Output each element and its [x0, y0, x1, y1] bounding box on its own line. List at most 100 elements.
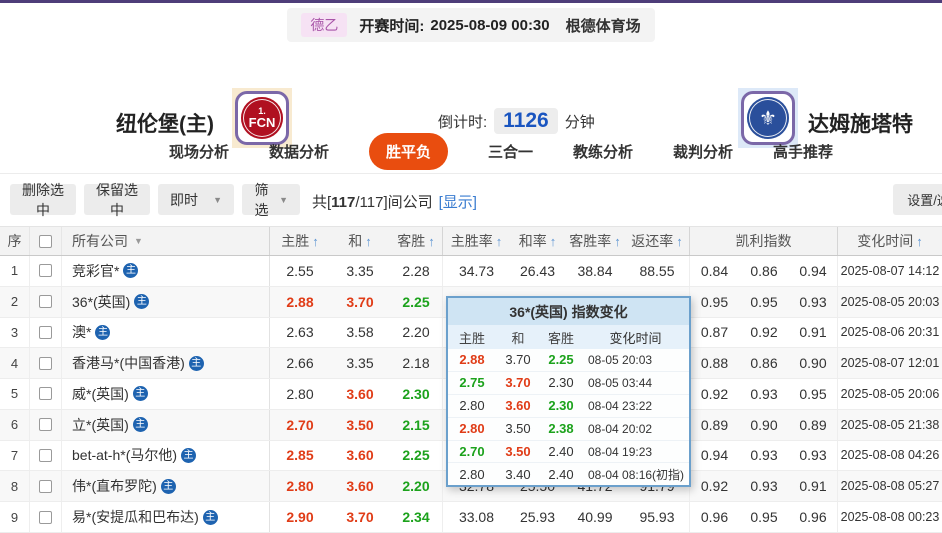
- col-company-label: 所有公司: [72, 233, 128, 249]
- tab-data-analysis[interactable]: 数据分析: [269, 141, 329, 162]
- sort-up-icon: ↑: [365, 233, 372, 249]
- chevron-down-icon: ▼: [213, 194, 222, 205]
- company-cell: 香港马*(中国香港) 主: [62, 348, 270, 379]
- popup-change-time: 08-05 03:44: [588, 375, 653, 390]
- col-change-time[interactable]: 变化时间 ↑: [838, 227, 942, 255]
- col-label: 和率: [518, 233, 547, 249]
- kelly-draw: 0.90: [750, 416, 778, 433]
- col-seq: 序: [0, 227, 30, 255]
- popup-row: 2.80 3.50 2.38 08-04 20:02: [448, 418, 689, 441]
- change-time: 2025-08-05 21:38: [840, 417, 940, 432]
- col-return-rate[interactable]: 返还率 ↑: [625, 227, 690, 255]
- select-all-checkbox[interactable]: [39, 234, 52, 248]
- kelly-draw: 0.92: [750, 324, 778, 341]
- change-time: 2025-08-08 04:26: [840, 448, 940, 463]
- row-checkbox[interactable]: [39, 510, 52, 524]
- show-link[interactable]: [显示]: [439, 194, 477, 211]
- col-draw[interactable]: 和 ↑: [330, 227, 390, 255]
- draw-odds: 3.60: [346, 385, 374, 402]
- row-checkbox-cell: [30, 379, 62, 409]
- company-name[interactable]: bet-at-h*(马尔他): [72, 445, 177, 465]
- col-label: 返还率: [631, 233, 674, 249]
- company-cell: 立*(英国) 主: [62, 409, 270, 440]
- company-name[interactable]: 立*(英国): [72, 415, 129, 435]
- company-name[interactable]: 伟*(直布罗陀): [72, 476, 157, 496]
- count-rest: /117]间公司: [355, 194, 433, 211]
- kelly-home: 0.88: [700, 355, 729, 372]
- popup-away-odds: 2.25: [548, 352, 574, 368]
- home-win-odds: 2.88: [286, 293, 314, 310]
- home-badge-icon: 主: [181, 447, 197, 463]
- change-time: 2025-08-07 14:12: [840, 263, 940, 278]
- fcn-logo-line2: FCN: [248, 114, 276, 130]
- row-checkbox[interactable]: [39, 325, 52, 339]
- popup-home-odds: 2.70: [459, 444, 485, 459]
- row-checkbox-cell: [30, 256, 62, 286]
- row-checkbox[interactable]: [39, 356, 52, 370]
- kelly-away: 0.96: [789, 502, 838, 532]
- tab-expert-picks[interactable]: 高手推荐: [773, 141, 833, 162]
- settings-select-button[interactable]: 设置/选择: [893, 184, 942, 215]
- row-checkbox[interactable]: [39, 479, 52, 493]
- home-win-odds: 2.55: [286, 262, 314, 279]
- row-checkbox[interactable]: [39, 264, 52, 278]
- row-checkbox[interactable]: [39, 387, 52, 401]
- company-name[interactable]: 澳*: [72, 322, 91, 342]
- instant-odds-dropdown[interactable]: 即时 ▼: [158, 184, 234, 215]
- col-draw-rate[interactable]: 和率 ↑: [510, 227, 565, 255]
- popup-change-time: 08-05 20:03: [588, 352, 653, 367]
- col-kelly: 凯利指数: [690, 227, 838, 255]
- change-time: 2025-08-06 20:31: [840, 325, 940, 340]
- home-win-odds: 2.80: [286, 478, 314, 495]
- row-checkbox[interactable]: [39, 295, 52, 309]
- company-name[interactable]: 36*(英国): [72, 292, 130, 312]
- col-company[interactable]: 所有公司 ▼: [62, 227, 270, 255]
- home-rate: 33.08: [458, 509, 495, 525]
- kelly-home: 0.89: [700, 416, 729, 433]
- away-win-odds: 2.20: [390, 317, 443, 348]
- home-win-odds: 2.80: [286, 385, 314, 402]
- col-away-win[interactable]: 客胜 ↑: [390, 227, 443, 255]
- tab-referee-analysis[interactable]: 裁判分析: [673, 141, 733, 162]
- delete-selected-button[interactable]: 删除选中: [10, 182, 76, 218]
- col-home-win[interactable]: 主胜 ↑: [270, 227, 330, 255]
- tab-three-in-one[interactable]: 三合一: [488, 141, 533, 162]
- countdown-label: 倒计时:: [438, 113, 488, 131]
- tab-live-analysis[interactable]: 现场分析: [169, 141, 229, 162]
- home-win-odds: 2.85: [286, 447, 314, 464]
- company-name[interactable]: 香港马*(中国香港): [72, 353, 185, 373]
- popup-away-odds: 2.30: [548, 398, 574, 414]
- row-checkbox[interactable]: [39, 418, 52, 432]
- away-win-odds: 2.28: [390, 256, 443, 286]
- row-seq: 4: [0, 348, 30, 379]
- row-checkbox[interactable]: [39, 448, 52, 462]
- home-win-odds: 2.63: [286, 324, 314, 341]
- row-checkbox-cell: [30, 409, 62, 440]
- company-cell: 36*(英国) 主: [62, 286, 270, 317]
- tab-win-draw-lose[interactable]: 胜平负: [368, 133, 448, 170]
- popup-col-change-time: 变化时间: [609, 330, 662, 346]
- kelly-away: 0.91: [789, 317, 838, 348]
- company-cell: bet-at-h*(马尔他) 主: [62, 440, 270, 471]
- away-rate: 40.99: [577, 509, 613, 525]
- kelly-draw: 0.86: [750, 262, 778, 279]
- row-seq: 5: [0, 379, 30, 409]
- company-name[interactable]: 易*(安提瓜和巴布达): [72, 507, 199, 527]
- row-seq: 3: [0, 317, 30, 348]
- row-checkbox-cell: [30, 348, 62, 379]
- keep-selected-button[interactable]: 保留选中: [84, 182, 150, 218]
- kickoff-label: 开赛时间:: [359, 17, 425, 35]
- tab-coach-analysis[interactable]: 教练分析: [573, 141, 633, 162]
- kelly-home: 0.96: [700, 509, 729, 525]
- col-away-rate[interactable]: 客胜率 ↑: [565, 227, 625, 255]
- popup-draw-odds: 3.60: [505, 398, 531, 414]
- draw-odds: 3.60: [346, 478, 374, 495]
- row-checkbox-cell: [30, 502, 62, 532]
- company-name[interactable]: 竞彩官*: [72, 261, 119, 281]
- away-win-odds: 2.30: [390, 379, 443, 409]
- draw-rate: 25.93: [519, 509, 556, 525]
- filter-dropdown[interactable]: 筛选 ▼: [242, 182, 300, 218]
- company-name[interactable]: 威*(英国): [72, 384, 129, 404]
- row-checkbox-cell: [30, 471, 62, 502]
- col-home-rate[interactable]: 主胜率 ↑: [443, 227, 510, 255]
